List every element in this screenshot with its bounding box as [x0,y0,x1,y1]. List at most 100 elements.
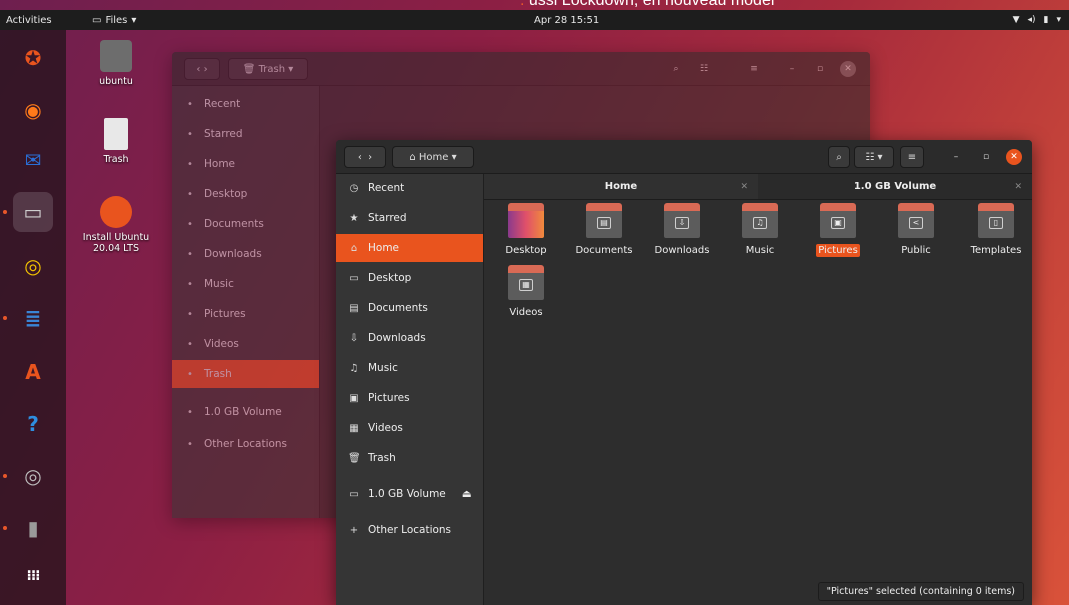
search-button[interactable]: ⌕ [828,146,850,168]
system-tray[interactable]: ▼ ◂) ▮ ▾ [1013,15,1061,25]
app-menu-files[interactable]: ▭ Files ▾ [92,15,136,26]
clock[interactable]: Apr 28 15:51 [534,15,599,26]
desktop-icon: ▭ [349,272,359,284]
sidebar-item-home[interactable]: ⌂ Home [336,234,483,262]
back-sidebar-item-starred[interactable]: • Starred [172,120,319,148]
libreoffice-writer-icon[interactable]: ≣ [13,298,53,338]
front-headerbar: ‹ › ⌂ Home ▾ ⌕ ☷ ▾ ≡ – ▫ ✕ [336,140,1032,174]
home-folder-icon [100,40,132,72]
location-button[interactable]: ⌂ Home ▾ [392,146,474,168]
folder-public[interactable]: < Public [880,203,952,257]
tab-home[interactable]: Home ✕ [484,174,758,200]
folder-documents[interactable]: ▤ Documents [568,203,640,257]
settings-disc-icon[interactable]: ◎ [13,456,53,496]
folder-icon: ▤ [586,203,622,238]
sidebar-item-label: Desktop [204,188,248,200]
desktop-icon-home[interactable]: ubuntu [76,40,156,87]
sidebar-item-desktop[interactable]: ▭ Desktop [336,264,483,292]
sidebar-item-trash[interactable]: 🗑 Trash [336,444,483,472]
back-location-label: Trash [258,63,286,75]
star-icon: ★ [349,212,359,224]
forward-arrow-icon[interactable]: › [368,152,372,163]
back-arrow-icon[interactable]: ‹ [358,152,362,163]
close-tab-icon[interactable]: ✕ [740,182,748,192]
sidebar-item-label: Videos [368,422,403,434]
desktop-icon-install-ubuntu[interactable]: Install Ubuntu 20.04 LTS [76,196,156,254]
downloads-icon: ⇩ [349,332,359,344]
search-icon[interactable]: ⌕ [668,61,684,77]
back-sidebar-item-documents[interactable]: • Documents [172,210,319,238]
grid-view-icon: ☷ ▾ [865,151,883,163]
running-indicator [3,474,7,478]
software-center-icon[interactable]: A [13,352,53,392]
location-label: Home [418,151,449,163]
back-sidebar-item-videos[interactable]: • Videos [172,330,319,358]
back-sidebar-item-home[interactable]: • Home [172,150,319,178]
documents-icon: ▤ [349,302,359,314]
ubuntu-installer-icon[interactable]: ✪ [13,38,53,78]
folder-label: Downloads [654,245,710,256]
view-options-button[interactable]: ☷ ▾ [854,146,894,168]
folder-videos[interactable]: ▦ Videos [490,265,562,319]
maximize-icon[interactable]: ▫ [812,61,828,77]
sidebar-item-videos[interactable]: ▦ Videos [336,414,483,442]
sidebar-item-starred[interactable]: ★ Starred [336,204,483,232]
folder-desktop[interactable]: Desktop [490,203,562,257]
minimize-icon[interactable]: – [784,61,800,77]
sidebar-item-recent[interactable]: ◷ Recent [336,174,483,202]
folder-templates[interactable]: ▯ Templates [960,203,1032,257]
front-files-window[interactable]: ‹ › ⌂ Home ▾ ⌕ ☷ ▾ ≡ – ▫ ✕ ◷ Recent ★ Starr… [336,140,1032,605]
clock-icon: ◷ [349,182,359,194]
show-applications-icon[interactable]: ⁝⁝⁝ [13,556,53,596]
folder-label: Music [745,245,775,256]
help-icon[interactable]: ? [13,404,53,444]
back-sidebar-item-other-locations[interactable]: • Other Locations [172,430,319,458]
sidebar-bullet-icon: • [187,248,193,260]
folder-icon: ▭ [92,14,102,26]
sidebar-item-music[interactable]: ♫ Music [336,354,483,382]
desktop-icon-trash[interactable]: Trash [76,118,156,165]
sidebar-item-other-locations[interactable]: + Other Locations [336,516,483,544]
activities-button[interactable]: Activities [6,15,52,26]
sidebar-bullet-icon: • [187,98,193,110]
folder-pictures[interactable]: ▣ Pictures [802,203,874,257]
thunderbird-icon[interactable]: ✉ [13,140,53,180]
menu-icon[interactable]: ≡ [746,61,762,77]
maximize-icon[interactable]: ▫ [978,149,994,165]
folder-downloads[interactable]: ⇩ Downloads [646,203,718,257]
close-icon[interactable]: ✕ [1006,149,1022,165]
back-sidebar-item-downloads[interactable]: • Downloads [172,240,319,268]
back-forward-buttons[interactable]: ‹ › [184,58,220,80]
back-sidebar-item-trash[interactable]: • Trash [172,360,319,388]
back-sidebar-item-music[interactable]: • Music [172,270,319,298]
nav-buttons[interactable]: ‹ › [344,146,386,168]
back-sidebar-item-pictures[interactable]: • Pictures [172,300,319,328]
sidebar-item-pictures[interactable]: ▣ Pictures [336,384,483,412]
firefox-icon[interactable]: ◉ [13,90,53,130]
folder-music[interactable]: ♫ Music [724,203,796,257]
rhythmbox-icon[interactable]: ◎ [13,246,53,286]
sidebar-bullet-icon: • [187,338,193,350]
eject-icon[interactable]: ⏏ [462,488,472,500]
back-sidebar-item-desktop[interactable]: • Desktop [172,180,319,208]
usb-drive-icon[interactable]: ▮ [13,508,53,548]
sidebar-item-downloads[interactable]: ⇩ Downloads [336,324,483,352]
sidebar-item-label: Home [204,158,236,170]
back-sidebar-item-1-0-gb-volume[interactable]: • 1.0 GB Volume [172,398,319,426]
tab-volume[interactable]: 1.0 GB Volume ✕ [758,174,1032,200]
back-sidebar-item-recent[interactable]: • Recent [172,90,319,118]
close-tab-icon[interactable]: ✕ [1014,182,1022,192]
files-icon[interactable]: ▭ [13,192,53,232]
sidebar-item-documents[interactable]: ▤ Documents [336,294,483,322]
sidebar-item-label: Other Locations [368,524,452,536]
view-toggle-icon[interactable]: ☷ [696,61,712,77]
minimize-icon[interactable]: – [948,149,964,165]
close-icon[interactable]: ✕ [840,61,856,77]
sidebar-item-1-0-gb-volume[interactable]: ▭ 1.0 GB Volume ⏏ [336,480,483,508]
sidebar-item-label: Pictures [368,392,410,404]
folder-label: Desktop [505,245,547,256]
back-location-button[interactable]: 🗑 Trash ▾ [228,58,308,80]
home-icon: ⌂ [409,151,419,163]
sidebar-bullet-icon: • [187,438,193,450]
menu-button[interactable]: ≡ [900,146,924,168]
